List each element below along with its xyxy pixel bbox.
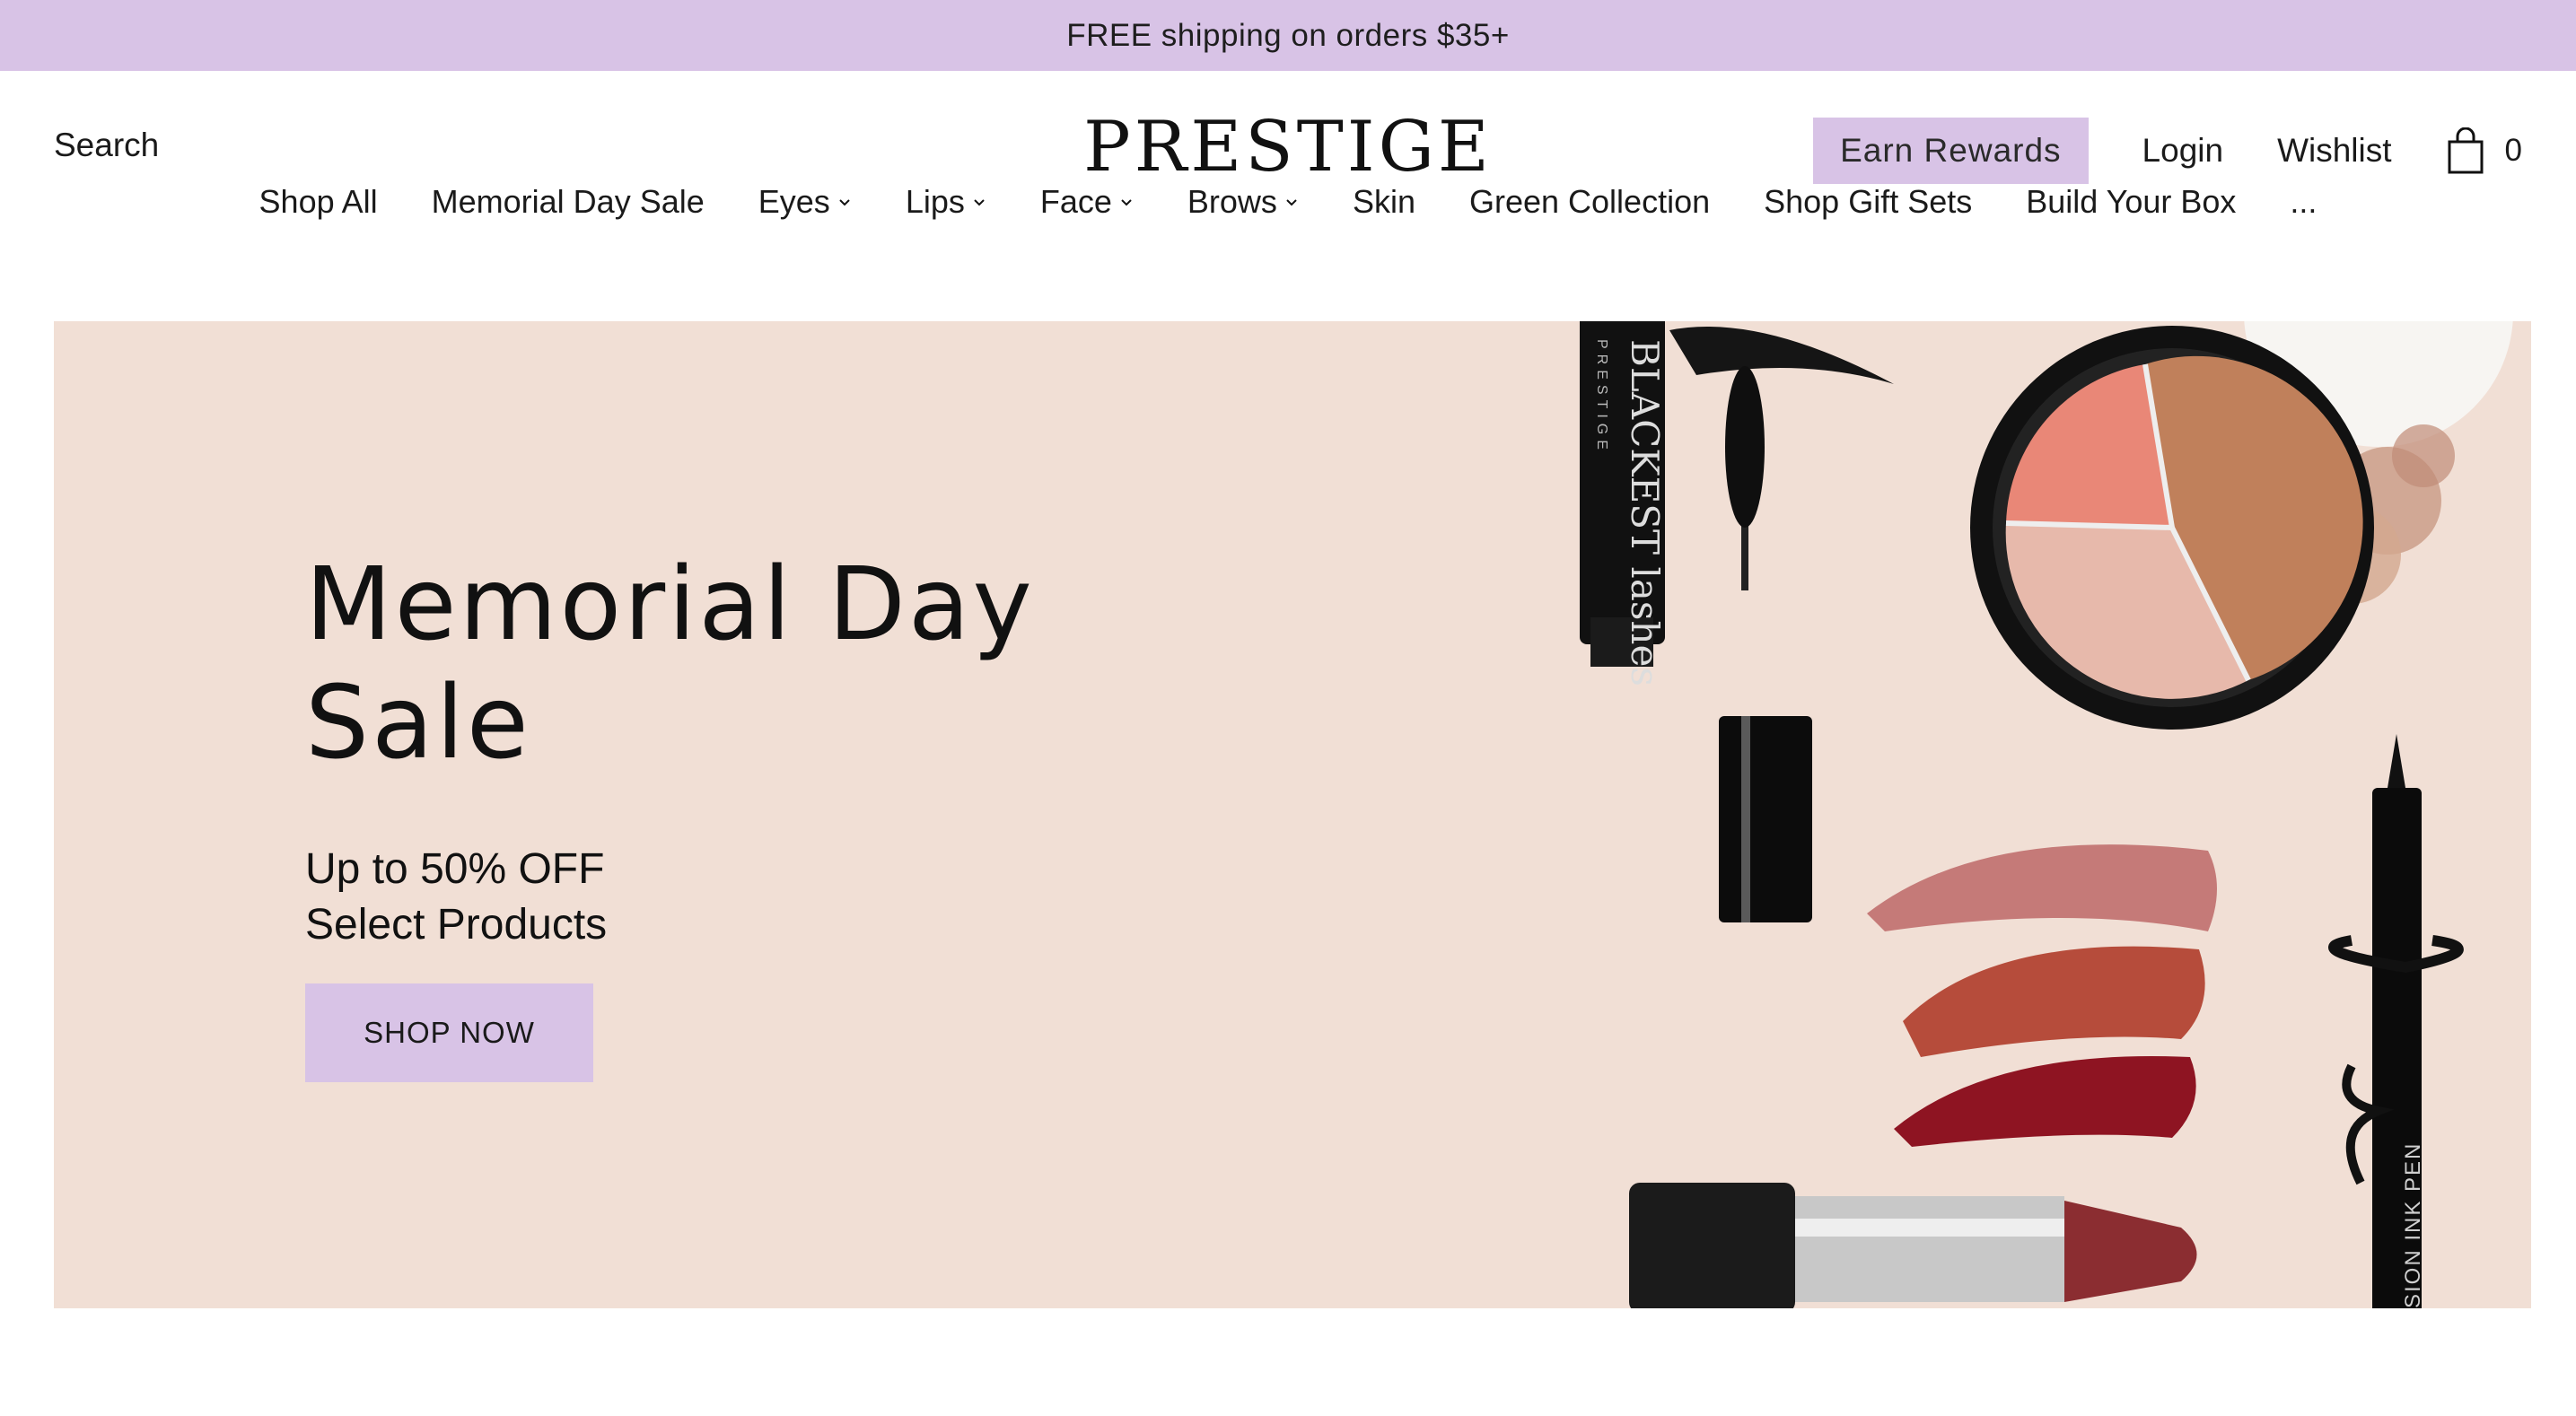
lipstick xyxy=(1629,1183,2197,1308)
nav-label: Face xyxy=(1039,183,1112,220)
nav-label: Lips xyxy=(905,183,965,220)
nav-item-build-your-box[interactable]: Build Your Box xyxy=(2026,183,2236,221)
header-actions: Earn Rewards Login Wishlist 0 xyxy=(1813,118,2522,184)
nav-item-face[interactable]: Face xyxy=(1040,183,1134,221)
nav-label: Memorial Day Sale xyxy=(431,183,705,220)
mascara-label: BLACKEST lashes xyxy=(1623,339,1667,686)
nav-item-memorial-day-sale[interactable]: Memorial Day Sale xyxy=(432,183,705,221)
main-nav: Shop All Memorial Day Sale Eyes Lips Fac… xyxy=(0,183,2576,221)
nav-label: Build Your Box xyxy=(2026,183,2237,220)
mascara-brand: PRESTIGE xyxy=(1594,339,1609,455)
nav-label: Green Collection xyxy=(1468,183,1711,220)
nav-item-green-collection[interactable]: Green Collection xyxy=(1469,183,1710,221)
eyeliner-label: SION INK PEN xyxy=(2401,1142,2425,1308)
chevron-down-icon xyxy=(974,199,985,206)
nav-item-shop-gift-sets[interactable]: Shop Gift Sets xyxy=(1764,183,1972,221)
nav-label: Shop All xyxy=(258,183,378,220)
mascara-tube: BLACKEST lashes PRESTIGE xyxy=(1580,321,1667,686)
mascara-smear xyxy=(1669,327,1894,384)
site-header: Search PRESTIGE Earn Rewards Login Wishl… xyxy=(0,71,2576,233)
nav-label: Eyes xyxy=(758,183,830,220)
lipstick-swatch-nude xyxy=(1867,844,2217,931)
cart-button[interactable]: 0 xyxy=(2446,127,2522,174)
nav-label: Skin xyxy=(1352,183,1415,220)
wishlist-link[interactable]: Wishlist xyxy=(2277,132,2391,170)
nav-item-skin[interactable]: Skin xyxy=(1353,183,1415,221)
lipstick-swatch-red xyxy=(1903,946,2205,1057)
mascara-wand xyxy=(1719,366,1812,922)
chevron-down-icon xyxy=(839,199,850,206)
promo-text: FREE shipping on orders $35+ xyxy=(1066,17,1510,53)
cart-count: 0 xyxy=(2504,133,2522,168)
nav-label: ... xyxy=(2290,183,2318,220)
eyeliner-pen: SION INK PEN xyxy=(2328,734,2464,1308)
hero-product-image: BLACKEST lashes PRESTIGE SION INK PEN xyxy=(1580,321,2513,1308)
nav-item-more[interactable]: ... xyxy=(2290,183,2317,221)
nav-item-shop-all[interactable]: Shop All xyxy=(259,183,378,221)
nav-label: Brows xyxy=(1187,183,1277,220)
earn-rewards-button[interactable]: Earn Rewards xyxy=(1813,118,2089,184)
lipstick-swatch-berry xyxy=(1894,1056,2196,1147)
hero-banner[interactable]: Memorial Day Sale Up to 50% OFF Select P… xyxy=(54,321,2531,1308)
promo-banner: FREE shipping on orders $35+ xyxy=(0,0,2576,71)
nav-label: Shop Gift Sets xyxy=(1764,183,1973,220)
nav-item-eyes[interactable]: Eyes xyxy=(758,183,852,221)
chevron-down-icon xyxy=(1121,199,1132,206)
login-link[interactable]: Login xyxy=(2142,132,2224,170)
nav-item-brows[interactable]: Brows xyxy=(1187,183,1299,221)
blush-palette xyxy=(1970,326,2374,730)
shopping-bag-icon xyxy=(2448,127,2484,174)
chevron-down-icon xyxy=(1286,199,1297,206)
nav-item-lips[interactable]: Lips xyxy=(906,183,986,221)
